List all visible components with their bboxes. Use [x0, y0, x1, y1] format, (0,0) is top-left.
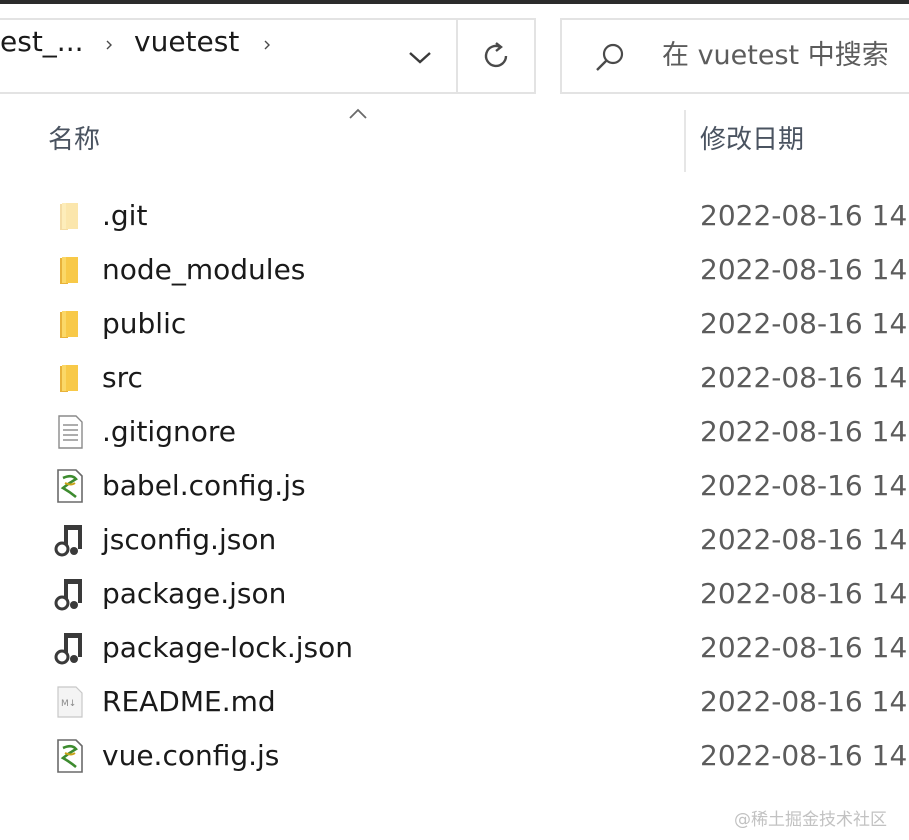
refresh-icon: [484, 42, 508, 68]
svg-text:M↓: M↓: [61, 699, 76, 709]
file-name[interactable]: babel.config.js: [102, 466, 306, 506]
file-name[interactable]: package-lock.json: [102, 628, 353, 668]
js-file-icon: [52, 468, 88, 504]
folder-icon: [52, 306, 88, 342]
file-modified-date: 2022-08-16 14: [700, 415, 908, 448]
json-file-icon: [52, 630, 88, 666]
file-modified-date: 2022-08-16 14: [700, 199, 908, 232]
file-name[interactable]: .gitignore: [102, 412, 236, 452]
file-row[interactable]: .gitignore 2022-08-16 14: [0, 405, 909, 459]
file-modified-date: 2022-08-16 14: [700, 685, 908, 718]
file-row[interactable]: src 2022-08-16 14: [0, 351, 909, 405]
address-dropdown-button[interactable]: [400, 38, 440, 78]
file-name[interactable]: node_modules: [102, 250, 305, 290]
file-name[interactable]: .git: [102, 196, 147, 236]
sort-up-icon: [349, 108, 367, 119]
file-name[interactable]: jsconfig.json: [102, 520, 276, 560]
chevron-right-icon[interactable]: [262, 40, 272, 50]
navigation-toolbar: est_... vuetest 在 vuetest 中搜索: [0, 4, 909, 104]
file-row[interactable]: babel.config.js 2022-08-16 14: [0, 459, 909, 513]
file-row[interactable]: public 2022-08-16 14: [0, 297, 909, 351]
file-modified-date: 2022-08-16 14: [700, 253, 908, 286]
file-row[interactable]: vue.config.js 2022-08-16 14: [0, 729, 909, 783]
file-modified-date: 2022-08-16 14: [700, 361, 908, 394]
refresh-button[interactable]: [458, 18, 536, 94]
file-modified-date: 2022-08-16 14: [700, 577, 908, 610]
breadcrumb-parent[interactable]: est_...: [0, 24, 84, 60]
file-name[interactable]: README.md: [102, 682, 276, 722]
file-name[interactable]: vue.config.js: [102, 736, 279, 776]
json-file-icon: [52, 576, 88, 612]
chevron-down-icon: [409, 52, 431, 64]
js-file-icon: [52, 738, 88, 774]
search-placeholder[interactable]: 在 vuetest 中搜索: [662, 38, 889, 74]
json-file-icon: [52, 522, 88, 558]
file-row[interactable]: jsconfig.json 2022-08-16 14: [0, 513, 909, 567]
folder-icon: [52, 252, 88, 288]
file-explorer-window: est_... vuetest 在 vuetest 中搜索 名称 修改日期 .g…: [0, 0, 909, 840]
watermark: @稀土掘金技术社区: [734, 810, 887, 830]
folder-icon: [52, 360, 88, 396]
markdown-file-icon: M↓: [52, 684, 88, 720]
file-modified-date: 2022-08-16 14: [700, 523, 908, 556]
chevron-right-icon: [106, 40, 112, 50]
breadcrumb-current[interactable]: vuetest: [134, 24, 239, 60]
file-row[interactable]: package.json 2022-08-16 14: [0, 567, 909, 621]
file-row[interactable]: node_modules 2022-08-16 14: [0, 243, 909, 297]
file-name[interactable]: public: [102, 304, 186, 344]
search-icon: [596, 43, 624, 71]
file-row[interactable]: M↓ README.md 2022-08-16 14: [0, 675, 909, 729]
file-modified-date: 2022-08-16 14: [700, 469, 908, 502]
file-name[interactable]: package.json: [102, 574, 286, 614]
file-row[interactable]: .git 2022-08-16 14: [0, 189, 909, 243]
column-divider[interactable]: [684, 110, 686, 172]
column-header-modified[interactable]: 修改日期: [700, 120, 804, 160]
file-modified-date: 2022-08-16 14: [700, 631, 908, 664]
folder-icon: [52, 198, 88, 234]
column-header-name[interactable]: 名称: [48, 120, 100, 160]
file-row[interactable]: package-lock.json 2022-08-16 14: [0, 621, 909, 675]
file-modified-date: 2022-08-16 14: [700, 307, 908, 340]
file-name[interactable]: src: [102, 358, 143, 398]
file-list: .git 2022-08-16 14 node_modules 2022-08-16 …: [0, 189, 909, 783]
file-modified-date: 2022-08-16 14: [700, 739, 908, 772]
search-box[interactable]: 在 vuetest 中搜索: [560, 18, 909, 94]
text-file-icon: [52, 414, 88, 450]
